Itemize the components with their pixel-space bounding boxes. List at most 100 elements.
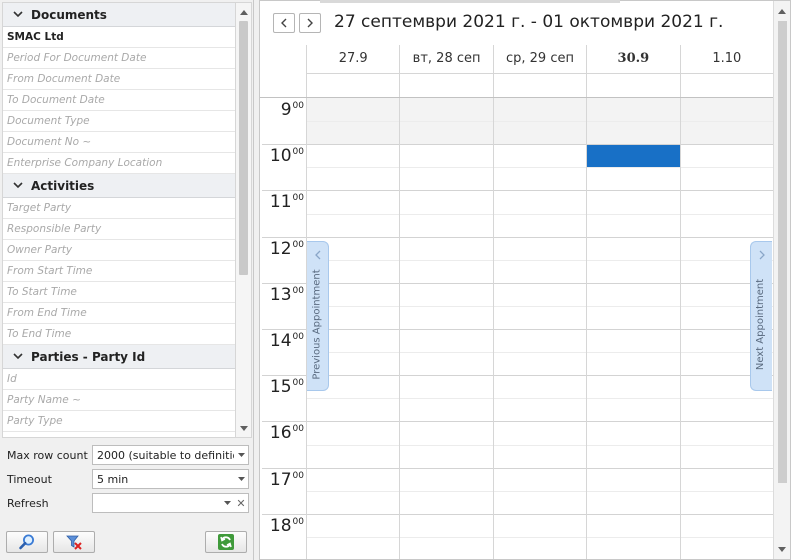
half-hour-divider bbox=[306, 352, 773, 354]
filter-field[interactable]: Party Name ~ bbox=[3, 390, 235, 411]
minutes-suffix: 00 bbox=[292, 193, 304, 204]
max-row-count-combo[interactable]: 2000 (suitable to definitions bbox=[92, 445, 249, 465]
filter-field[interactable]: Document No ~ bbox=[3, 132, 235, 153]
filter-field[interactable]: Enterprise Company Location bbox=[3, 153, 235, 174]
scroll-thumb[interactable] bbox=[239, 21, 248, 275]
half-hour-divider bbox=[306, 167, 773, 169]
filter-field[interactable]: From Document Date bbox=[3, 69, 235, 90]
chevron-down-icon[interactable] bbox=[9, 11, 27, 18]
filter-field[interactable]: To Document Date bbox=[3, 90, 235, 111]
hour-label: 1700 bbox=[260, 470, 304, 490]
half-hour-divider bbox=[306, 490, 773, 492]
minutes-suffix: 00 bbox=[292, 147, 304, 158]
hour-number: 12 bbox=[269, 238, 292, 259]
hour-label: 900 bbox=[260, 100, 304, 120]
scroll-down-icon[interactable] bbox=[774, 541, 790, 557]
chevron-down-icon[interactable] bbox=[9, 353, 27, 360]
scroll-thumb[interactable] bbox=[778, 21, 787, 483]
all-day-cell[interactable] bbox=[680, 73, 773, 97]
scheduler: 27 септември 2021 г. - 01 октомври 2021 … bbox=[259, 0, 791, 560]
appointment-block[interactable] bbox=[587, 145, 680, 168]
hour-number: 17 bbox=[269, 469, 292, 490]
hour-label: 1000 bbox=[260, 146, 304, 166]
chevron-down-icon[interactable] bbox=[234, 446, 248, 464]
filter-field[interactable]: SMAC Ltd bbox=[3, 27, 235, 48]
side-button-label-wrap: Next Appointment bbox=[751, 264, 771, 384]
max-row-count-label: Max row count bbox=[7, 448, 88, 462]
chevron-down-icon[interactable] bbox=[9, 182, 27, 189]
max-row-count-row: Max row count 2000 (suitable to definiti… bbox=[2, 444, 250, 466]
filter-group-header[interactable]: Documents bbox=[3, 3, 235, 27]
next-period-button[interactable] bbox=[299, 13, 321, 33]
hour-label: 1200 bbox=[260, 239, 304, 259]
day-column-header[interactable]: ср, 29 сеп bbox=[492, 45, 587, 97]
hour-number: 18 bbox=[269, 515, 292, 536]
chevron-right-icon bbox=[758, 250, 766, 260]
day-column-header[interactable]: 27.9 bbox=[306, 45, 400, 97]
all-day-cell[interactable] bbox=[587, 73, 680, 97]
hour-label: 1600 bbox=[260, 423, 304, 443]
hour-divider bbox=[262, 144, 773, 146]
filter-field[interactable]: To Start Time bbox=[3, 282, 235, 303]
half-hour-divider bbox=[306, 444, 773, 446]
all-day-cell[interactable] bbox=[307, 73, 400, 97]
refresh-combo[interactable]: ✕ bbox=[92, 493, 249, 513]
hour-label: 1300 bbox=[260, 285, 304, 305]
filter-field[interactable]: To End Time bbox=[3, 324, 235, 345]
next-appointment-button[interactable]: Next Appointment bbox=[750, 241, 772, 391]
minutes-suffix: 00 bbox=[292, 516, 304, 527]
chevron-down-icon[interactable] bbox=[234, 470, 248, 488]
hour-number: 15 bbox=[269, 377, 292, 398]
day-column-header[interactable]: 30.9 bbox=[586, 45, 680, 97]
hour-label: 1500 bbox=[260, 377, 304, 397]
day-label: ср, 29 сеп bbox=[506, 51, 574, 66]
hour-divider bbox=[262, 282, 773, 284]
clear-filter-button[interactable] bbox=[53, 531, 95, 553]
filter-field[interactable]: Target Party bbox=[3, 198, 235, 219]
refresh-button[interactable] bbox=[205, 531, 247, 553]
filter-field[interactable]: Party Type bbox=[3, 411, 235, 432]
half-hour-divider bbox=[306, 305, 773, 307]
filter-field[interactable]: From Start Time bbox=[3, 261, 235, 282]
previous-period-button[interactable] bbox=[273, 13, 295, 33]
day-column-header[interactable]: 1.10 bbox=[679, 45, 773, 97]
all-day-cell[interactable] bbox=[493, 73, 587, 97]
filter-list-scrollbar[interactable] bbox=[236, 2, 252, 438]
timeout-combo[interactable]: 5 min bbox=[92, 469, 249, 489]
time-grid[interactable]: 900 1000 1100 1200 1300 1400 1500 1600 1700 1800 bbox=[260, 97, 773, 559]
scheduler-scrollbar[interactable] bbox=[773, 1, 790, 559]
scroll-up-icon[interactable] bbox=[236, 4, 251, 20]
filter-field[interactable]: Owner Party bbox=[3, 240, 235, 261]
side-button-label: Previous Appointment bbox=[311, 268, 323, 380]
filter-field[interactable]: From End Time bbox=[3, 303, 235, 324]
previous-appointment-button[interactable]: Previous Appointment bbox=[307, 241, 329, 391]
day-label: вт, 28 сеп bbox=[412, 51, 481, 66]
max-row-count-value: 2000 (suitable to definitions bbox=[97, 448, 234, 462]
filter-field[interactable]: Document Type bbox=[3, 111, 235, 132]
half-hour-divider bbox=[306, 213, 773, 215]
scroll-up-icon[interactable] bbox=[774, 3, 790, 19]
scroll-down-icon[interactable] bbox=[236, 420, 251, 436]
filter-group-header[interactable]: Parties - Party Id bbox=[3, 345, 235, 369]
timeout-value: 5 min bbox=[97, 472, 129, 486]
minutes-suffix: 00 bbox=[292, 470, 304, 481]
refresh-label: Refresh bbox=[7, 496, 49, 510]
hour-label: 1800 bbox=[260, 516, 304, 536]
chevron-left-icon bbox=[314, 250, 322, 260]
hour-divider bbox=[262, 421, 773, 423]
clear-icon[interactable]: ✕ bbox=[234, 494, 248, 512]
all-day-cell[interactable] bbox=[400, 73, 493, 97]
day-column-header[interactable]: вт, 28 сеп bbox=[399, 45, 493, 97]
search-button[interactable] bbox=[6, 531, 48, 553]
hour-number: 13 bbox=[269, 284, 292, 305]
hour-divider bbox=[262, 190, 773, 192]
chevron-down-icon[interactable] bbox=[220, 494, 234, 512]
filter-field[interactable]: Responsible Party bbox=[3, 219, 235, 240]
clear-filter-icon bbox=[66, 535, 82, 550]
minutes-suffix: 00 bbox=[292, 285, 304, 296]
minutes-suffix: 00 bbox=[292, 424, 304, 435]
filter-field[interactable]: Id bbox=[3, 369, 235, 390]
side-button-label: Next Appointment bbox=[755, 278, 767, 370]
filter-group-header[interactable]: Activities bbox=[3, 174, 235, 198]
filter-field[interactable]: Period For Document Date bbox=[3, 48, 235, 69]
